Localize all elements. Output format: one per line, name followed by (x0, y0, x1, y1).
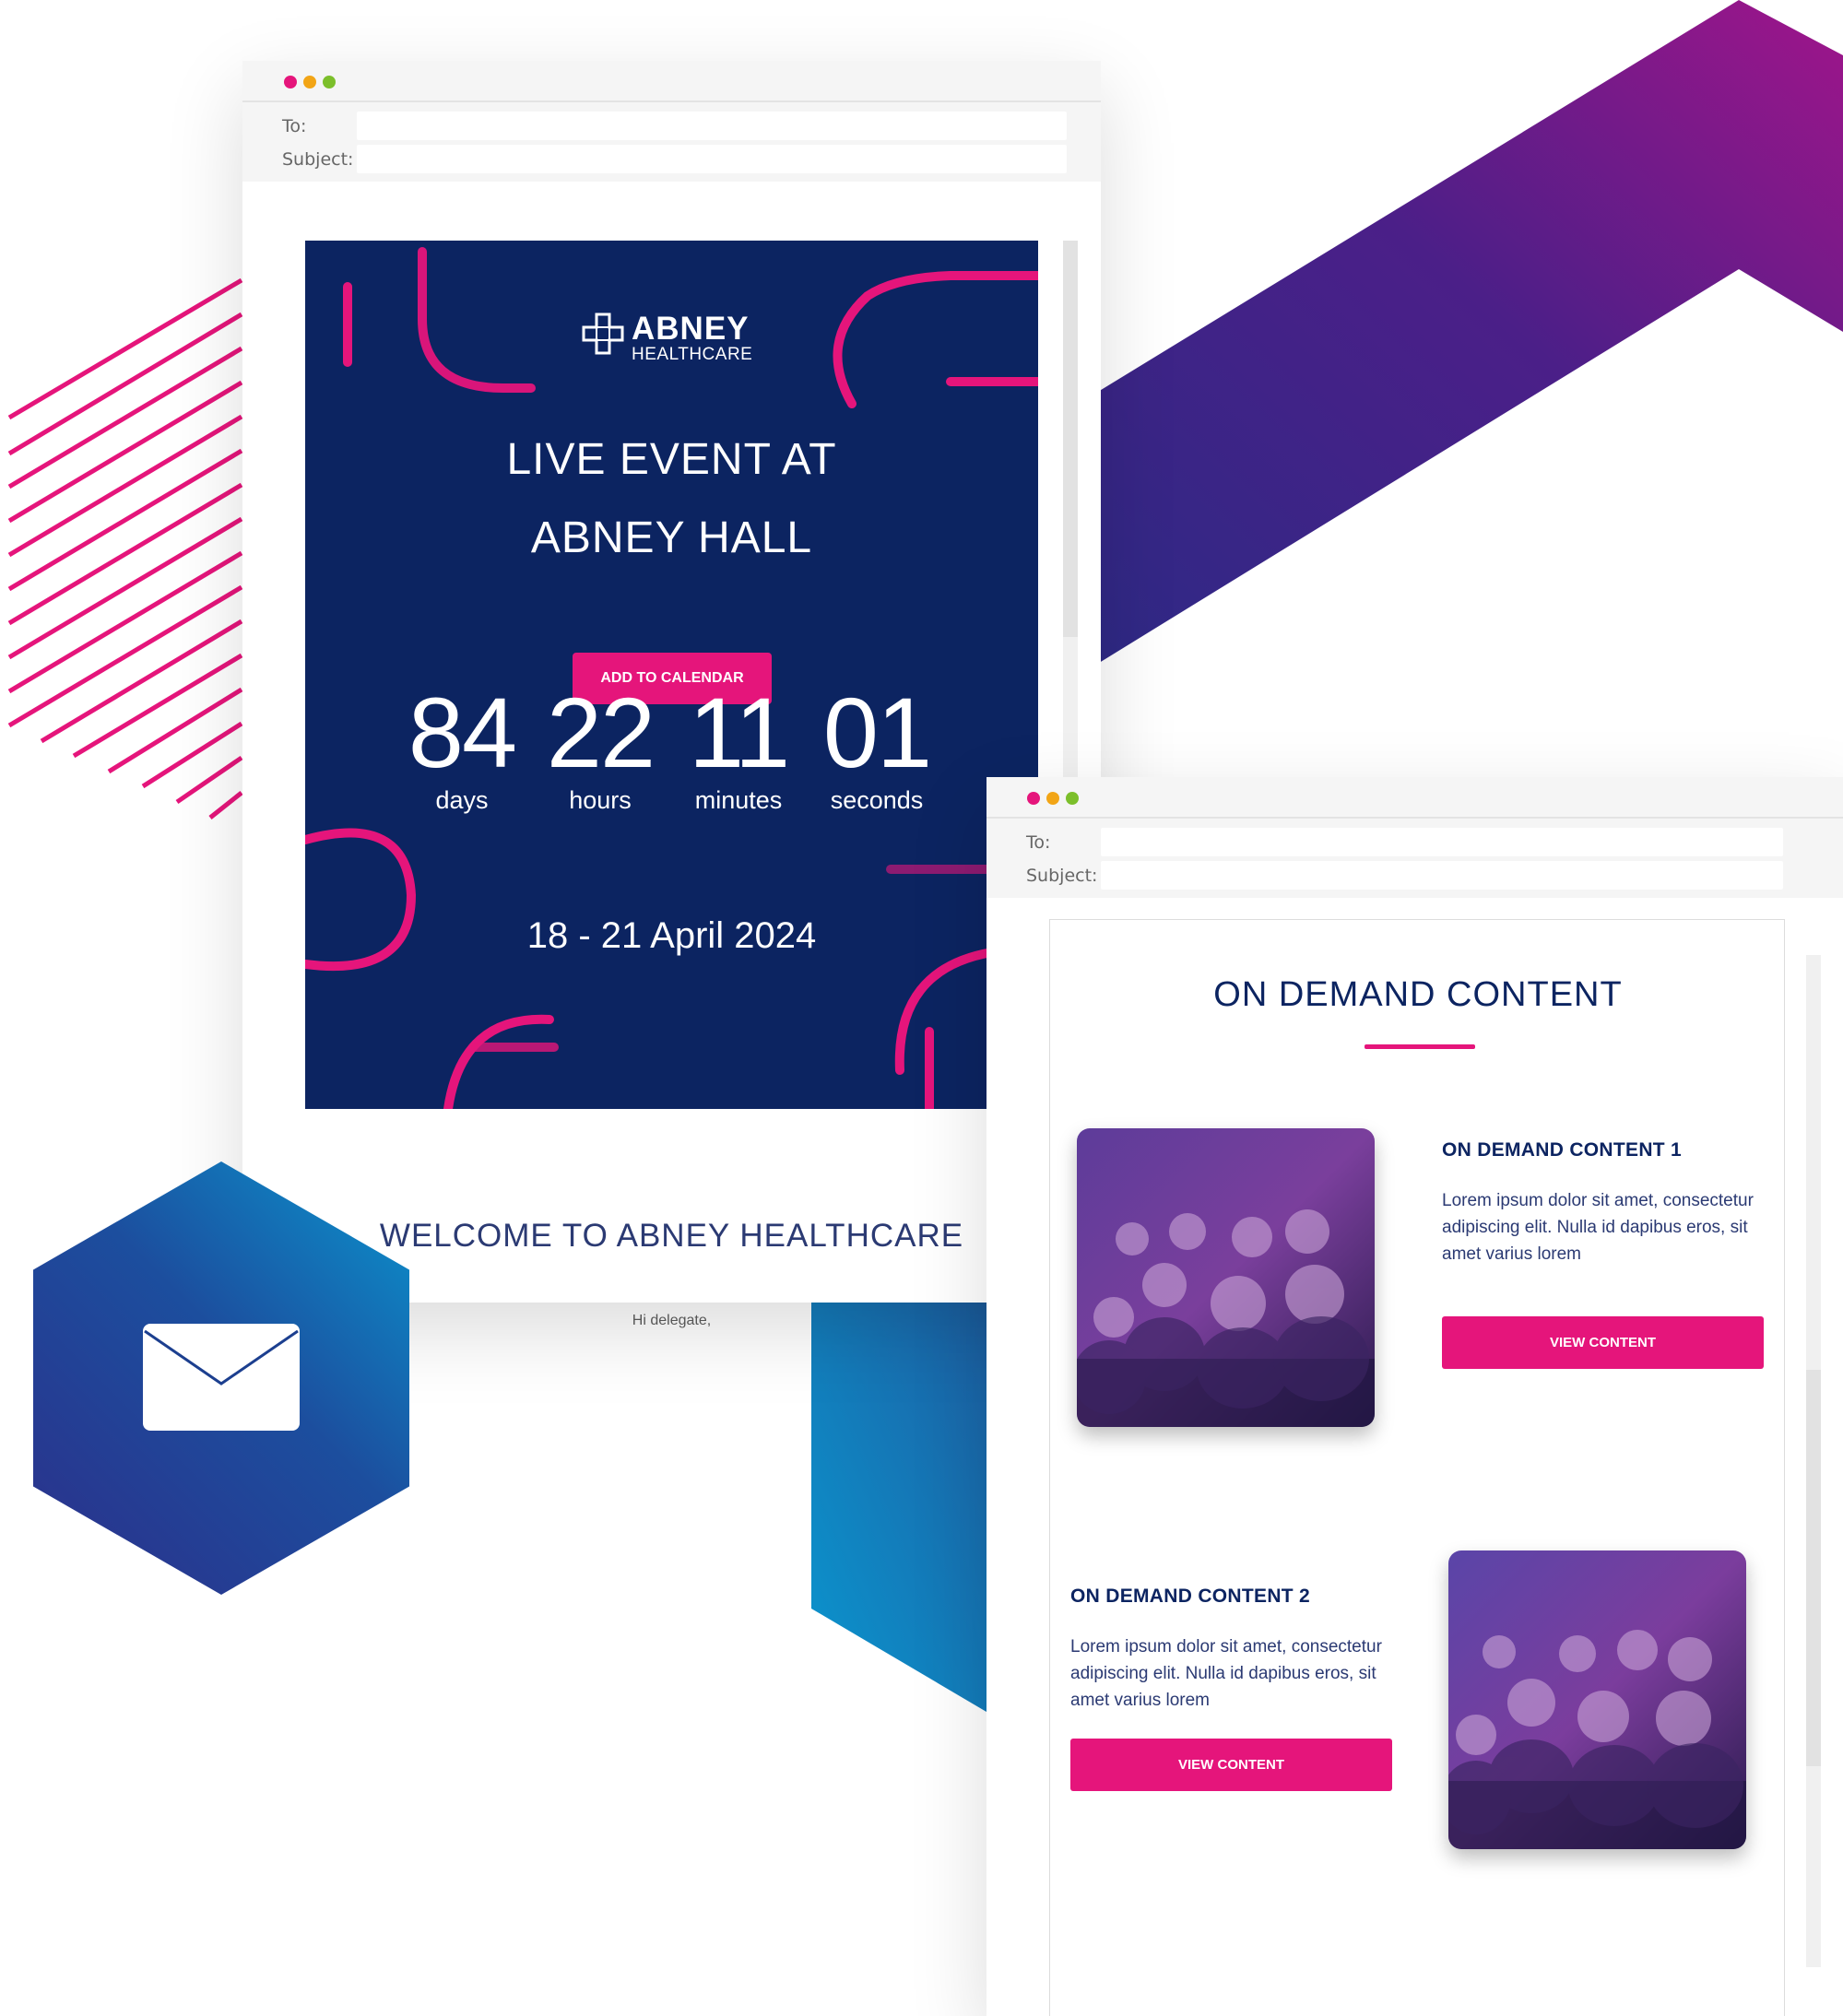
to-label: To: (282, 116, 307, 136)
event-title-line-2: ABNEY HALL (530, 513, 813, 562)
item-2-heading: ON DEMAND CONTENT 2 (1070, 1586, 1311, 1607)
countdown-seconds-value: 01 (822, 677, 932, 788)
subject-row: Subject: (986, 857, 1843, 890)
section-title: ON DEMAND CONTENT (1213, 975, 1623, 1014)
brand-subtitle: HEALTHCARE (632, 345, 753, 364)
event-dates: 18 - 21 April 2024 (526, 915, 817, 956)
close-dot-icon[interactable] (1027, 792, 1040, 805)
minimize-dot-icon[interactable] (303, 76, 316, 88)
countdown-hours-value: 22 (546, 677, 656, 788)
email-window-on-demand: To: Subject: ON DEMAND CONTENT ON DEMAND… (986, 777, 1843, 2016)
countdown-minutes-value: 11 (688, 677, 790, 788)
item-1-body: Lorem ipsum dolor sit amet, consectetur … (1442, 1191, 1754, 1264)
email-window-live-event: To: Subject: ABNEY HEALTHCARE LIVE EVENT… (242, 61, 1101, 1328)
envelope-icon (143, 1324, 300, 1431)
view-content-button-2[interactable]: VIEW CONTENT (1070, 1739, 1392, 1791)
chevron-shape (1060, 0, 1843, 687)
maximize-dot-icon[interactable] (323, 76, 336, 88)
countdown-days: 84 days (393, 683, 531, 815)
countdown-minutes-label: minutes (694, 786, 783, 814)
audience-photo (1077, 1128, 1375, 1427)
to-input[interactable] (1101, 828, 1783, 856)
view-content-button-1[interactable]: VIEW CONTENT (1442, 1316, 1764, 1369)
subject-label: Subject: (282, 149, 354, 170)
to-input[interactable] (357, 112, 1067, 140)
subject-input[interactable] (1101, 861, 1783, 890)
brand-name: ABNEY (632, 311, 750, 347)
medical-cross-icon (582, 312, 624, 355)
diagonal-stripes (7, 277, 243, 819)
welcome-heading: WELCOME TO ABNEY HEALTHCARE (379, 1218, 964, 1254)
countdown-hours: 22 hours (531, 683, 669, 815)
subject-input[interactable] (357, 145, 1067, 173)
countdown-minutes: 11 minutes (669, 683, 808, 815)
email-header-fields: To: Subject: (242, 102, 1101, 182)
live-event-hero: ABNEY HEALTHCARE LIVE EVENT AT ABNEY HAL… (305, 241, 1038, 1109)
window-titlebar (242, 61, 1101, 102)
countdown-days-value: 84 (408, 677, 517, 788)
audience-photo-art (1448, 1550, 1746, 1849)
scrollbar-thumb[interactable] (1063, 241, 1078, 637)
minimize-dot-icon[interactable] (1046, 792, 1059, 805)
item-2-body: Lorem ipsum dolor sit amet, consectetur … (1070, 1637, 1382, 1710)
scrollbar-thumb[interactable] (1806, 1370, 1821, 1766)
event-title-line-1: LIVE EVENT AT (506, 435, 837, 484)
countdown-hours-label: hours (569, 786, 632, 814)
audience-photo-art (1077, 1128, 1375, 1427)
countdown-days-label: days (435, 786, 489, 814)
subject-label: Subject: (1026, 866, 1098, 886)
blue-panel-shape (811, 1300, 991, 1715)
countdown-seconds-label: seconds (830, 786, 924, 814)
email-header-fields: To: Subject: (986, 819, 1843, 898)
subject-row: Subject: (242, 141, 1101, 174)
maximize-dot-icon[interactable] (1066, 792, 1079, 805)
window-titlebar (986, 777, 1843, 819)
to-row: To: (242, 108, 1101, 141)
greeting-text: Hi delegate, (632, 1313, 712, 1328)
to-label: To: (1026, 832, 1051, 853)
close-dot-icon[interactable] (284, 76, 297, 88)
audience-photo (1448, 1550, 1746, 1849)
to-row: To: (986, 824, 1843, 857)
on-demand-card: ON DEMAND CONTENT ON DEMAND CONTENT 1 Lo… (1049, 919, 1785, 2016)
countdown-seconds: 01 seconds (808, 683, 946, 815)
title-underline (1365, 1044, 1475, 1049)
item-1-heading: ON DEMAND CONTENT 1 (1442, 1139, 1683, 1161)
scrollbar[interactable] (1806, 955, 1821, 1967)
